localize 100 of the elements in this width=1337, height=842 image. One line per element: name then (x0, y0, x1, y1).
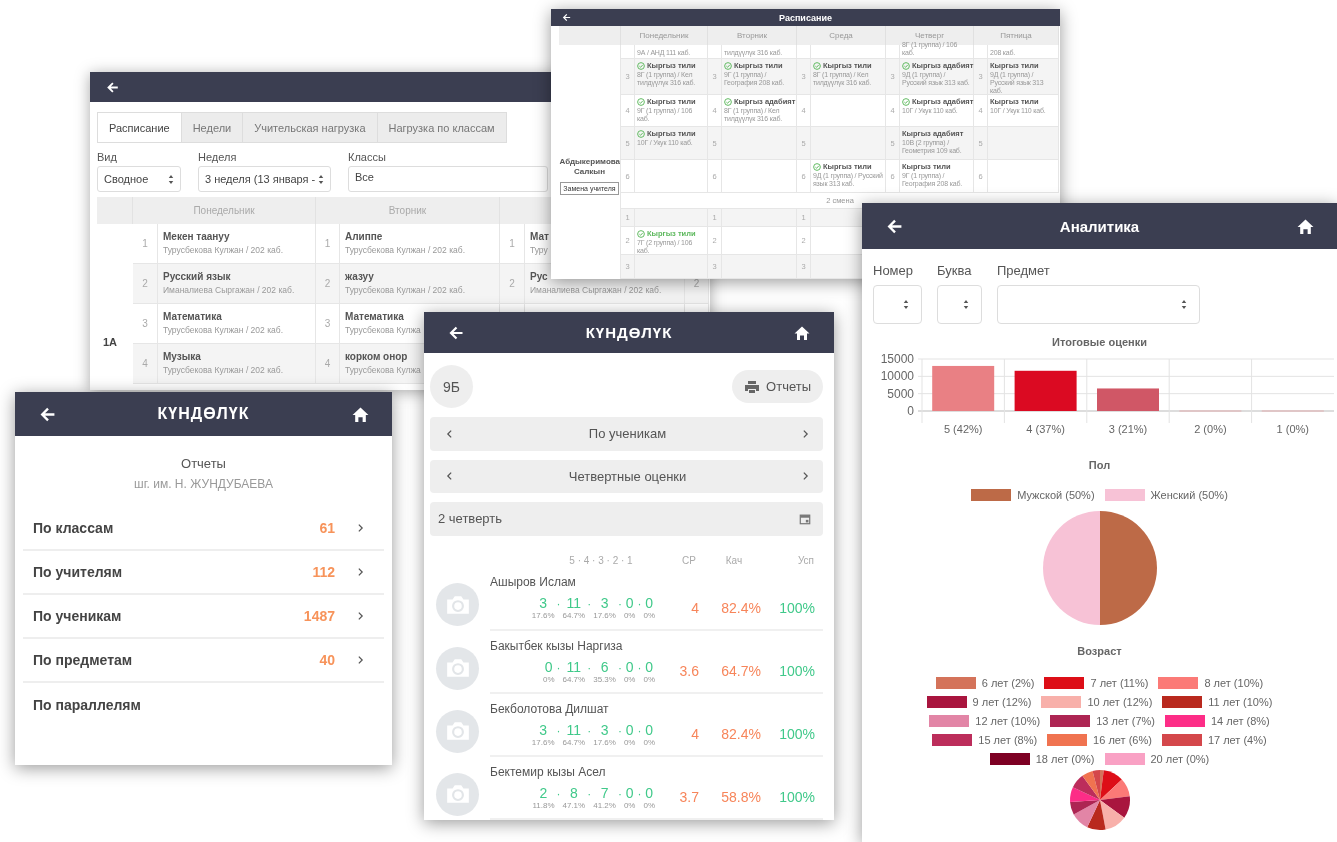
field-label: Номер (873, 263, 914, 278)
chevron-right-icon[interactable] (357, 655, 364, 665)
grade-share: 17.6% (531, 737, 555, 747)
grade-count: 0 (624, 721, 635, 738)
lesson-detail: Турусбекова Кулжан / 202 каб. (163, 365, 284, 375)
grade-share: 0% (643, 737, 655, 747)
field-label: Неделя (198, 151, 238, 163)
grade-share: 0% (623, 611, 636, 621)
legend-label: 20 лет (0%) (1150, 753, 1210, 765)
lesson-number: 1 (500, 224, 525, 264)
sort-arrows-icon (903, 299, 909, 310)
grade-share: 64.7% (562, 611, 586, 621)
tab[interactable]: Недели (180, 112, 243, 143)
tab[interactable]: Расписание (97, 112, 181, 143)
lesson-subject: Мат (530, 231, 549, 242)
tab[interactable]: Учительская нагрузка (242, 112, 377, 143)
grade-count: 11 (565, 721, 583, 738)
home-icon[interactable] (1296, 217, 1314, 235)
chevron-left-icon[interactable] (446, 471, 453, 482)
grade-separator: · (556, 723, 561, 738)
tab[interactable]: Нагрузка по классам (376, 112, 507, 143)
lesson-number: 2 (133, 264, 158, 304)
grade-separator: · (587, 723, 592, 738)
lesson-detail: Иманалиева Сыргажан / 202 каб. (530, 285, 662, 295)
dropdown[interactable]: 3 неделя (13 января - (198, 166, 331, 192)
date-field[interactable]: 2 четверть (430, 502, 823, 536)
axis-label: 5 (42%) (943, 423, 983, 435)
grade-share: 0% (643, 611, 655, 621)
grade-share: 64.7% (562, 674, 586, 684)
grade-share: 0% (623, 737, 636, 747)
chevron-right-icon[interactable] (802, 471, 809, 482)
field-label: Классы (348, 151, 387, 163)
lesson-number: 2 (500, 264, 525, 304)
sort-arrows-icon (963, 299, 969, 310)
menu-item[interactable]: По параллелям (33, 697, 141, 713)
sort-arrows-icon (318, 173, 324, 185)
dropdown[interactable]: Сводное (97, 166, 181, 192)
grade-count: 0 (624, 784, 635, 801)
lesson-detail: Туру (530, 245, 548, 255)
home-icon[interactable] (351, 405, 369, 423)
menu-item[interactable]: По предметам (33, 652, 133, 668)
legend-label: 14 лет (8%) (1210, 715, 1270, 727)
axis-label: 3 (21%) (1108, 423, 1148, 435)
grade-share: 35.3% (593, 674, 616, 684)
grade-separator: · (587, 597, 592, 612)
grade-count: 0 (644, 721, 655, 738)
field-label: Буква (937, 263, 973, 278)
field-label: Вид (97, 151, 118, 163)
lesson-number: 1 (316, 224, 340, 264)
grade-count: 0 (644, 658, 655, 675)
chevron-right-icon[interactable] (357, 523, 364, 533)
back-arrow-icon[interactable] (885, 217, 903, 235)
back-arrow-icon[interactable] (561, 13, 571, 22)
home-icon[interactable] (794, 324, 810, 341)
legend-label: 13 лет (7%) (1096, 715, 1155, 727)
column-header: Вторник (316, 197, 500, 224)
legend-label: Женский (50%) (1150, 489, 1228, 501)
student-name: Бектемир кызы Асел (490, 764, 607, 779)
sort-arrows-icon (168, 173, 174, 185)
lesson-subject: корком онор (345, 351, 408, 362)
lesson-subject: Математика (345, 311, 404, 322)
legend-label: 10 лет (12%) (1087, 696, 1153, 708)
grade-separator: · (587, 660, 592, 675)
average-grade: 4 (690, 726, 699, 743)
quality-percent: 82.4% (720, 599, 761, 616)
chevron-right-icon[interactable] (802, 428, 809, 439)
back-arrow-icon[interactable] (105, 80, 119, 94)
back-arrow-icon[interactable] (448, 324, 464, 341)
average-grade: 3.7 (678, 789, 699, 806)
success-percent: 100% (778, 789, 815, 806)
legend-label: 9 лет (12%) (972, 696, 1032, 708)
legend-label: 17 лет (4%) (1207, 734, 1267, 746)
grade-separator: · (556, 660, 561, 675)
quality-percent: 82.4% (720, 726, 761, 743)
selector-label[interactable]: Четвертные оценки (568, 468, 687, 484)
item-count: 40 (319, 652, 335, 668)
back-arrow-icon[interactable] (38, 405, 56, 423)
quality-percent: 58.8% (720, 789, 761, 806)
menu-item[interactable]: По ученикам (33, 608, 122, 624)
menu-item[interactable]: По учителям (33, 564, 123, 580)
column-header: Понедельник (621, 26, 708, 45)
chevron-right-icon[interactable] (357, 611, 364, 621)
grade-count: 0 (624, 658, 635, 675)
legend-label: 8 лет (10%) (1204, 677, 1264, 689)
grade-separator: · (617, 660, 622, 675)
chevron-left-icon[interactable] (446, 428, 453, 439)
grade-share: 0% (623, 674, 636, 684)
text-field[interactable]: Все (348, 166, 548, 192)
axis-label: 2 (0%) (1194, 423, 1227, 435)
success-percent: 100% (778, 599, 815, 616)
student-name: Ашыров Ислам (490, 575, 577, 590)
lesson-subject: Мекен таануу (163, 231, 230, 242)
menu-item[interactable]: По классам (33, 520, 114, 536)
column-header: Среда (797, 26, 886, 45)
selector-label[interactable]: По ученикам (588, 426, 667, 442)
reports-button[interactable]: Отчеты (732, 370, 823, 403)
lesson-detail: Турусбекова Кулжан / 202 каб. (163, 325, 284, 335)
lesson-number: 3 (316, 304, 340, 344)
chevron-right-icon[interactable] (357, 567, 364, 577)
grade-count: 3 (599, 721, 610, 738)
